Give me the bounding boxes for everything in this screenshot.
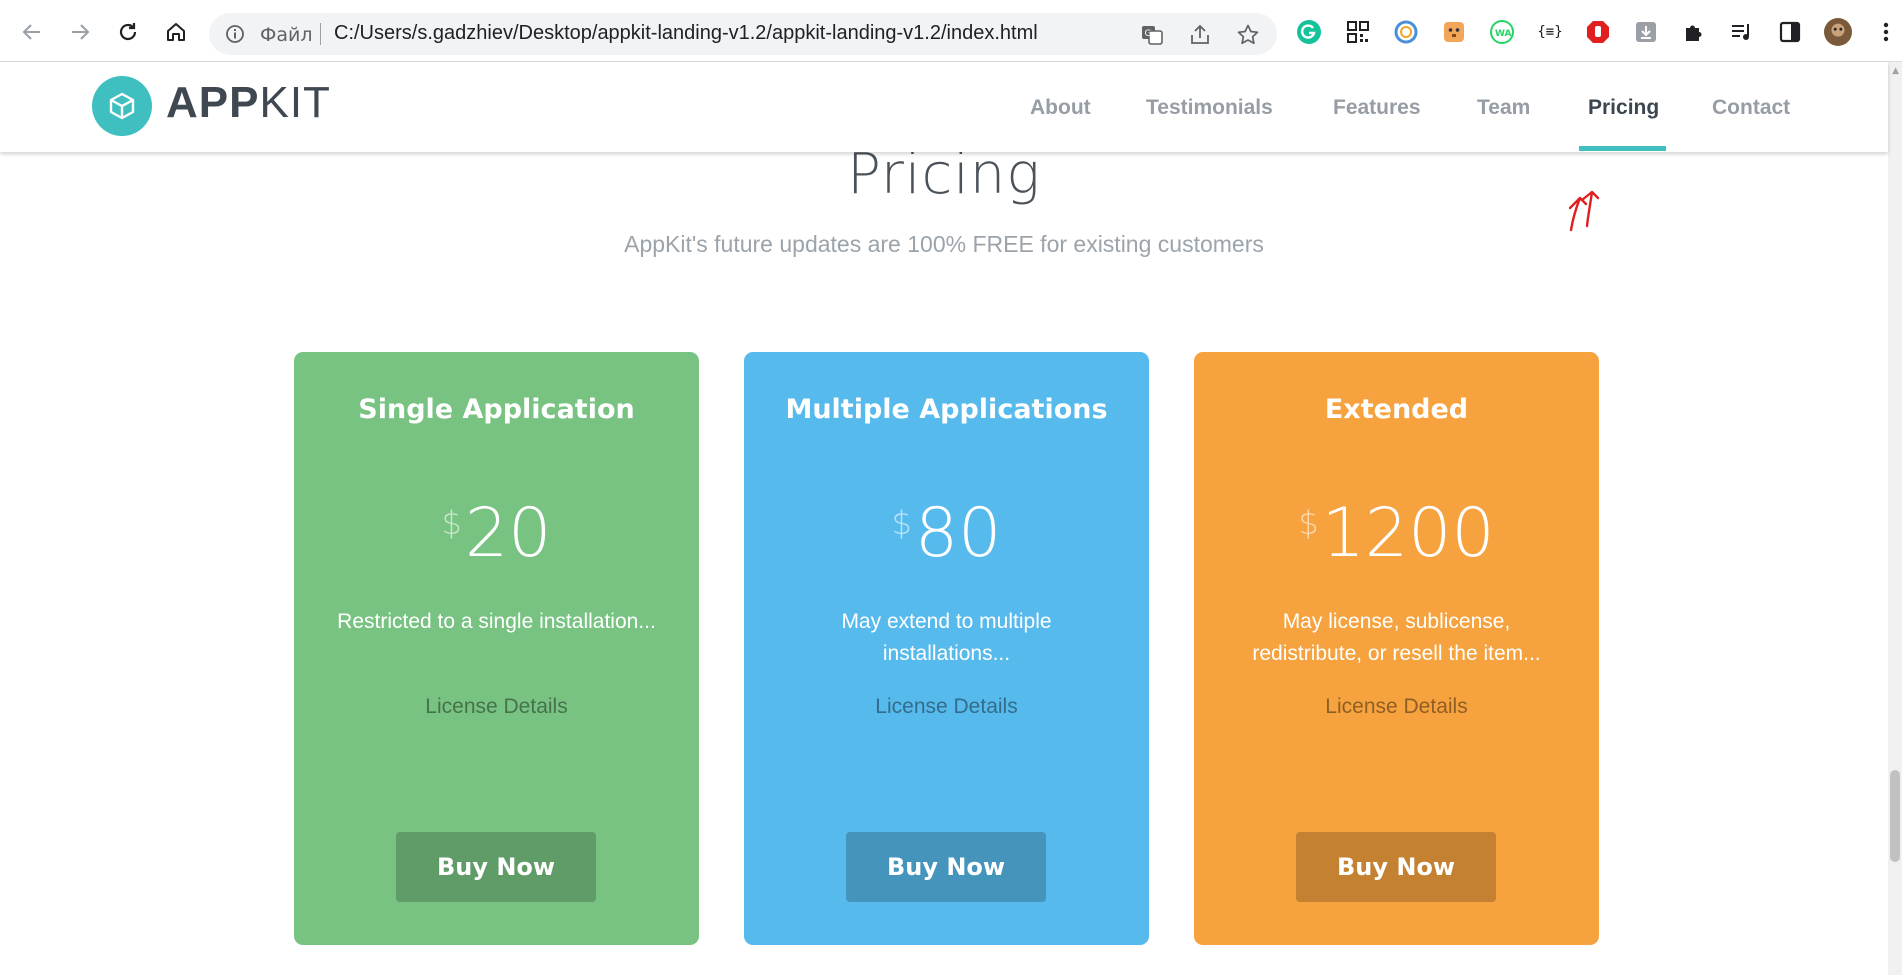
red-arrow-annotation-icon [1568, 190, 1600, 232]
plan-price: $1200 [1298, 494, 1495, 573]
home-icon [167, 23, 185, 41]
reload-button[interactable] [110, 14, 146, 50]
more-menu-icon[interactable] [1872, 18, 1900, 46]
nav-link-about[interactable]: About [1030, 96, 1091, 120]
info-icon[interactable] [225, 24, 245, 48]
plan-description: May extend to multiple installations... [841, 610, 1052, 665]
bookmark-star-icon[interactable] [1235, 22, 1261, 48]
nav-link-team[interactable]: Team [1477, 96, 1530, 120]
fox-extension-icon[interactable] [1440, 18, 1468, 46]
cube-logo-icon[interactable] [92, 76, 152, 136]
download-icon[interactable] [1632, 18, 1660, 46]
extensions-puzzle-icon[interactable] [1680, 18, 1708, 46]
license-details-link[interactable]: License Details [1194, 695, 1599, 719]
translate-icon[interactable]: G [1139, 22, 1165, 48]
scheme-label: Файл [260, 24, 313, 46]
circle-extension-icon[interactable] [1392, 18, 1420, 46]
plan-description: Restricted to a single installation... [337, 610, 656, 633]
adblock-icon[interactable] [1584, 18, 1612, 46]
svg-text:WA: WA [1495, 29, 1512, 39]
pricing-subtitle: AppKit's future updates are 100% FREE fo… [624, 231, 1264, 257]
share-icon[interactable] [1187, 22, 1213, 48]
active-nav-underline [1579, 146, 1666, 151]
plan-price: $80 [891, 494, 1002, 573]
nav-link-pricing[interactable]: Pricing [1588, 96, 1659, 120]
address-bar[interactable]: Файл C:/Users/s.gadzhiev/Desktop/appkit-… [209, 13, 1277, 55]
url-text[interactable]: C:/Users/s.gadzhiev/Desktop/appkit-landi… [334, 22, 1038, 45]
plan-description: May license, sublicense, redistribute, o… [1252, 610, 1541, 665]
nav-link-features[interactable]: Features [1333, 96, 1421, 120]
pricing-card-multiple: Multiple Applications $80 May extend to … [744, 352, 1149, 945]
plan-name: Extended [1324, 394, 1469, 425]
arrow-right-icon [72, 24, 90, 40]
back-button[interactable] [14, 14, 50, 50]
address-separator [320, 23, 321, 45]
pricing-card-single: Single Application $20 Restricted to a s… [294, 352, 699, 945]
media-control-icon[interactable] [1728, 18, 1756, 46]
pricing-card-extended: Extended $1200 May license, sublicense, … [1194, 352, 1599, 945]
plan-name: Single Application [358, 394, 635, 425]
scroll-up-arrow-icon[interactable]: ▲ [1892, 66, 1899, 76]
svg-text:G: G [1145, 29, 1152, 39]
whatsapp-extension-icon[interactable]: WA [1488, 18, 1516, 46]
plan-price: $20 [441, 494, 552, 573]
license-details-link[interactable]: License Details [744, 695, 1149, 719]
forward-button[interactable] [62, 14, 98, 50]
plan-name: Multiple Applications [785, 394, 1108, 425]
license-details-link[interactable]: License Details [294, 695, 699, 719]
buy-now-button[interactable]: Buy Now [1296, 832, 1496, 902]
grammarly-icon[interactable] [1295, 18, 1323, 46]
nav-link-testimonials[interactable]: Testimonials [1146, 96, 1273, 120]
qr-code-icon[interactable] [1344, 18, 1372, 46]
brand-logo[interactable]: APPKIT [166, 78, 331, 128]
scrollbar-thumb[interactable] [1890, 770, 1900, 862]
side-panel-icon[interactable] [1776, 18, 1804, 46]
buy-now-button[interactable]: Buy Now [396, 832, 596, 902]
reload-icon [119, 23, 137, 41]
site-header: APPKIT About Testimonials Features Team … [0, 62, 1888, 152]
json-extension-icon[interactable]: {≡} [1536, 18, 1564, 46]
nav-link-contact[interactable]: Contact [1712, 96, 1790, 120]
browser-toolbar: Файл C:/Users/s.gadzhiev/Desktop/appkit-… [0, 0, 1902, 62]
profile-avatar[interactable] [1824, 18, 1852, 46]
buy-now-button[interactable]: Buy Now [846, 832, 1046, 902]
home-button[interactable] [158, 14, 194, 50]
arrow-left-icon [22, 24, 40, 40]
